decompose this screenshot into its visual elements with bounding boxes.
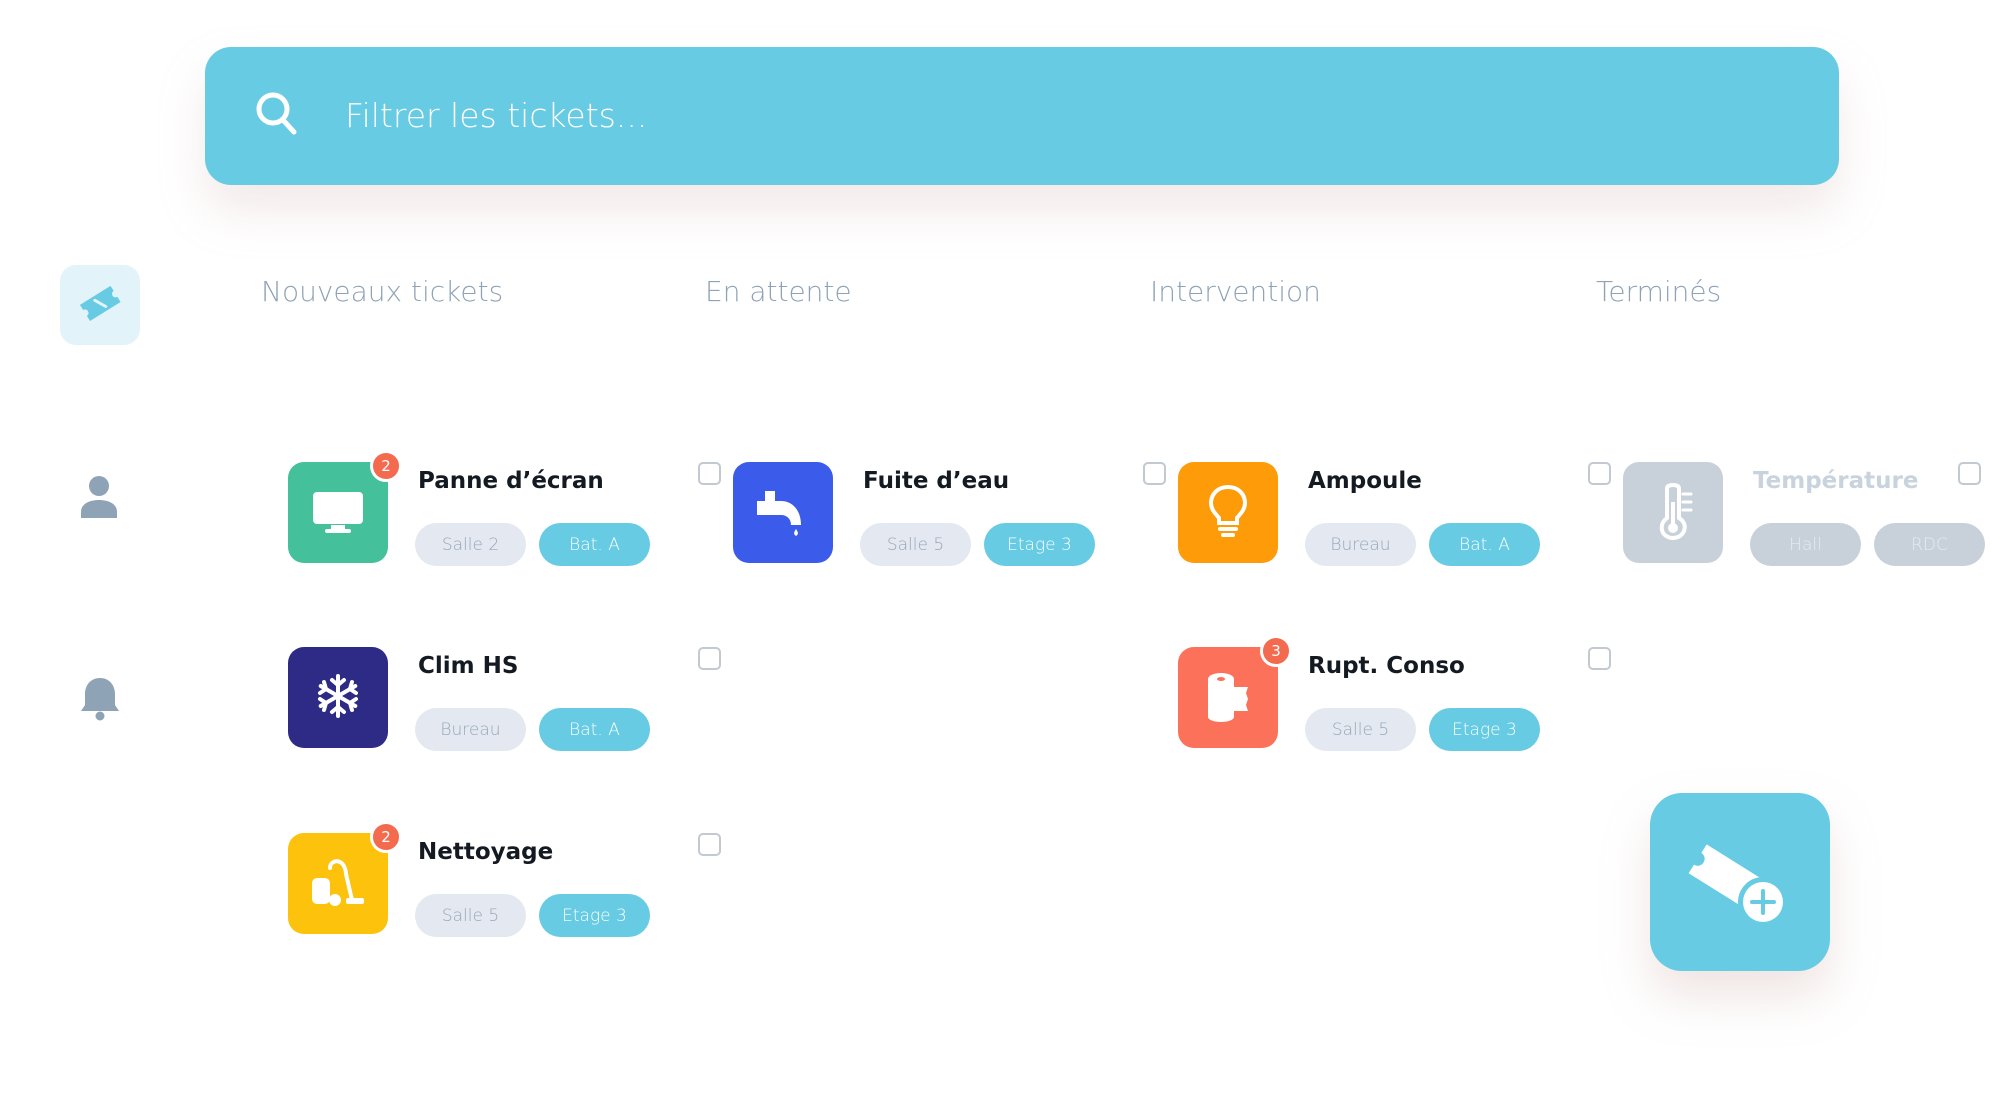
sidebar-item-tickets[interactable] — [60, 265, 140, 345]
ticket-title: Nettoyage — [418, 839, 554, 865]
add-ticket-button[interactable] — [1650, 793, 1830, 971]
ticket-tile — [288, 462, 388, 563]
ticket-title: Clim HS — [418, 653, 519, 679]
lightbulb-icon — [1206, 483, 1250, 543]
water-tap-icon — [753, 483, 813, 543]
ticket-card[interactable]: Fuite d’eau Salle 5 Etage 3 — [733, 462, 1166, 572]
tag-location[interactable]: Bureau — [415, 708, 526, 751]
sidebar-item-notifications[interactable] — [78, 676, 122, 724]
search-input[interactable] — [345, 85, 1745, 145]
ticket-checkbox[interactable] — [698, 462, 721, 485]
add-ticket-icon — [1685, 832, 1795, 932]
tag-zone[interactable]: Etage 3 — [539, 894, 650, 937]
vacuum-cleaner-icon — [310, 856, 366, 912]
tag-zone[interactable]: Bat. A — [539, 708, 650, 751]
column-title-new: Nouveaux tickets — [261, 275, 504, 308]
tag-location[interactable]: Bureau — [1305, 523, 1416, 566]
bell-icon — [78, 674, 122, 726]
snowflake-icon — [314, 672, 362, 724]
notification-badge: 3 — [1260, 635, 1292, 667]
ticket-card[interactable]: Clim HS Bureau Bat. A — [288, 647, 721, 757]
ticket-title: Panne d’écran — [418, 468, 604, 494]
ticket-checkbox[interactable] — [1588, 647, 1611, 670]
ticket-icon — [77, 283, 123, 327]
notification-badge: 2 — [370, 821, 402, 853]
ticket-checkbox[interactable] — [698, 647, 721, 670]
tag-location[interactable]: Salle 5 — [860, 523, 971, 566]
ticket-tile — [288, 833, 388, 934]
monitor-icon — [310, 487, 366, 539]
tag-location[interactable]: Salle 2 — [415, 523, 526, 566]
ticket-title: Rupt. Conso — [1308, 653, 1465, 679]
ticket-title: Ampoule — [1308, 468, 1422, 494]
ticket-tile — [1178, 462, 1278, 563]
ticket-tile — [288, 647, 388, 748]
column-title-pending: En attente — [705, 275, 852, 308]
search-icon[interactable] — [254, 90, 300, 140]
ticket-tile — [1178, 647, 1278, 748]
tag-location[interactable]: Hall — [1750, 523, 1861, 566]
ticket-title: Fuite d’eau — [863, 468, 1010, 494]
ticket-checkbox[interactable] — [1958, 462, 1981, 485]
ticket-card[interactable]: 3 Rupt. Conso Salle 5 Etage 3 — [1178, 635, 1611, 757]
ticket-checkbox[interactable] — [1143, 462, 1166, 485]
tag-zone[interactable]: Bat. A — [1429, 523, 1540, 566]
ticket-card[interactable]: 2 Panne d’écran Salle 2 Bat. A — [288, 450, 721, 572]
ticket-tile — [733, 462, 833, 563]
column-title-done: Terminés — [1596, 275, 1722, 308]
tag-zone[interactable]: Bat. A — [539, 523, 650, 566]
ticket-card[interactable]: Ampoule Bureau Bat. A — [1178, 462, 1611, 572]
tag-zone[interactable]: Etage 3 — [984, 523, 1095, 566]
thermometer-icon — [1651, 482, 1695, 544]
toilet-paper-icon — [1200, 669, 1256, 727]
ticket-checkbox[interactable] — [1588, 462, 1611, 485]
user-icon — [78, 474, 120, 522]
sidebar-item-users[interactable] — [78, 476, 120, 520]
notification-badge: 2 — [370, 450, 402, 482]
tag-zone[interactable]: Etage 3 — [1429, 708, 1540, 751]
ticket-checkbox[interactable] — [698, 833, 721, 856]
tag-location[interactable]: Salle 5 — [1305, 708, 1416, 751]
tag-zone[interactable]: RDC — [1874, 523, 1985, 566]
column-title-intervention: Intervention — [1150, 275, 1321, 308]
ticket-card[interactable]: 2 Nettoyage Salle 5 Etage 3 — [288, 821, 721, 943]
ticket-title: Température — [1753, 468, 1919, 494]
tag-location[interactable]: Salle 5 — [415, 894, 526, 937]
ticket-tile — [1623, 462, 1723, 563]
ticket-card[interactable]: Température Hall RDC — [1623, 462, 2000, 572]
